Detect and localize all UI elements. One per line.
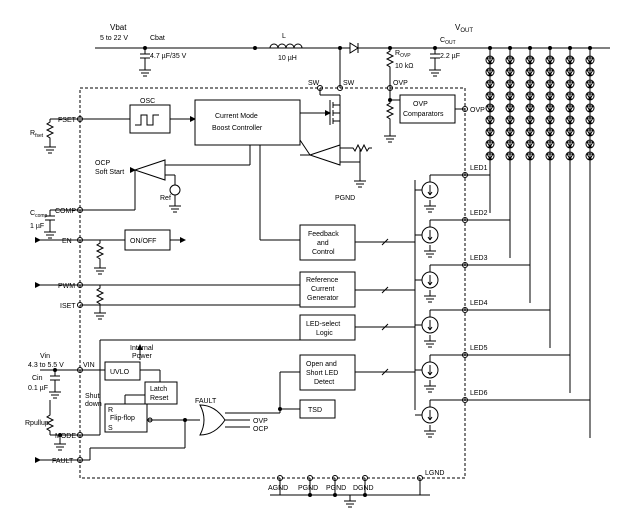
cin-val: 0.1 µF	[28, 385, 48, 392]
svg-text:Latch: Latch	[150, 386, 167, 393]
svg-text:OSC: OSC	[140, 98, 155, 105]
led-strings	[486, 46, 594, 438]
osc-block	[130, 105, 170, 133]
mode-pin: MODE	[55, 433, 76, 440]
pgnd-int: PGND	[335, 195, 355, 202]
svg-text:TSD: TSD	[308, 407, 322, 414]
svg-text:Shut: Shut	[85, 393, 99, 400]
cin-label: Cin	[32, 375, 43, 382]
cout-val: 2.2 µF	[440, 53, 460, 60]
vout-label: VOUT	[455, 23, 473, 34]
svg-text:Power: Power	[132, 353, 153, 360]
svg-text:OCP: OCP	[253, 426, 269, 433]
svg-text:Control: Control	[312, 249, 335, 256]
svg-text:R: R	[108, 407, 113, 414]
dgnd-pin: DGND	[353, 485, 374, 492]
svg-text:Feedback: Feedback	[308, 231, 339, 238]
svg-text:ON/OFF: ON/OFF	[130, 238, 156, 245]
fault-pin: FAULT	[52, 458, 74, 465]
ccomp-val: 1 µF	[30, 223, 44, 230]
vbat-range: 5 to 22 V	[100, 35, 128, 42]
led2-pin: LED2	[470, 210, 488, 217]
svg-text:Ref: Ref	[160, 195, 171, 202]
ind-label: L	[282, 33, 286, 40]
ind-val: 10 µH	[278, 55, 297, 62]
svg-text:UVLO: UVLO	[110, 369, 130, 376]
agnd-pin: AGND	[268, 485, 288, 492]
svg-text:Logic: Logic	[316, 330, 333, 337]
pgnd2-pin: PGND	[326, 485, 346, 492]
svg-text:Reset: Reset	[150, 395, 168, 402]
svg-text:down: down	[85, 401, 102, 408]
svg-text:Reference: Reference	[306, 277, 338, 284]
svg-text:Open and: Open and	[306, 361, 337, 368]
svg-text:Detect: Detect	[314, 379, 334, 386]
svg-text:S: S	[108, 425, 113, 432]
pgnd1-pin: PGND	[298, 485, 318, 492]
svg-text:Flip-flop: Flip-flop	[110, 415, 135, 422]
fault-int: FAULT	[195, 398, 217, 405]
svg-text:OVP: OVP	[413, 101, 428, 108]
vin-label: Vin	[40, 353, 50, 360]
iset-pin: ISET	[60, 303, 76, 310]
svg-text:and: and	[317, 240, 329, 247]
en-pin: EN	[62, 238, 72, 245]
svg-text:Boost Controller: Boost Controller	[212, 125, 263, 132]
led6-pin: LED6	[470, 390, 488, 397]
boost-block	[195, 100, 300, 145]
fset-pin: FSET	[58, 117, 77, 124]
svg-text:Soft Start: Soft Start	[95, 169, 124, 176]
pwm-pin: PWM	[58, 283, 75, 290]
svg-text:LED-select: LED-select	[306, 321, 340, 328]
ovp-pin: OVP	[393, 80, 408, 87]
svg-text:Generator: Generator	[307, 295, 339, 302]
comp-pin: COMP	[55, 208, 76, 215]
svg-text:Internal: Internal	[130, 345, 154, 352]
sw2-pin: SW	[343, 80, 355, 87]
lgnd-pin: LGND	[425, 470, 444, 477]
svg-text:OCP: OCP	[95, 160, 111, 167]
svg-text:Comparators: Comparators	[403, 111, 444, 118]
led4-pin: LED4	[470, 300, 488, 307]
vbat-label: Vbat	[110, 23, 127, 32]
cbat-val: 4.7 µF/35 V	[150, 53, 187, 60]
led1-pin: LED1	[470, 165, 488, 172]
block-diagram: Vbat 5 to 22 V Cbat 4.7 µF/35 V L 10 µH …	[0, 0, 626, 515]
cbat-label: Cbat	[150, 35, 165, 42]
cout-label: COUT	[440, 37, 456, 46]
ccomp-label: Ccomp	[30, 210, 48, 219]
vin-range: 4.3 to 5.5 V	[28, 362, 64, 369]
ovp-out: OVP	[470, 107, 485, 114]
rovp-val: 10 kΩ	[395, 63, 413, 70]
svg-text:Current Mode: Current Mode	[215, 113, 258, 120]
vin-pin: VIN	[83, 362, 95, 369]
ovp-comp-block	[400, 95, 455, 123]
rovp-label: ROVP	[395, 50, 411, 59]
svg-text:Current: Current	[311, 286, 334, 293]
led5-pin: LED5	[470, 345, 488, 352]
sw1-pin: SW	[308, 80, 320, 87]
rfset-label: Rfset	[30, 130, 44, 139]
led3-pin: LED3	[470, 255, 488, 262]
svg-text:OVP: OVP	[253, 418, 268, 425]
svg-text:Short LED: Short LED	[306, 370, 338, 377]
rpullup-label: Rpullup	[25, 420, 49, 427]
